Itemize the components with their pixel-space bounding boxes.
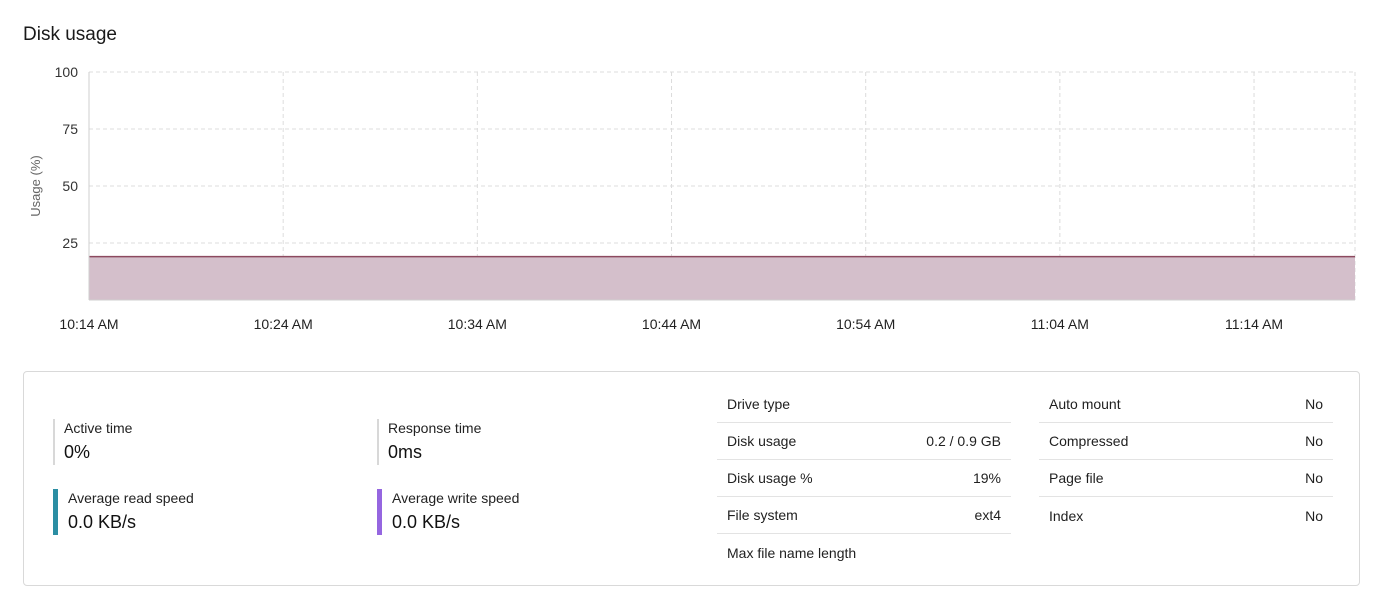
read-speed-color-bar bbox=[53, 489, 58, 535]
drive-info-label: File system bbox=[727, 507, 798, 523]
flag-value: No bbox=[1305, 433, 1323, 449]
x-tick-label: 10:24 AM bbox=[254, 316, 313, 332]
drive-info-value: 19% bbox=[972, 470, 1001, 486]
flag-value: No bbox=[1305, 396, 1323, 412]
x-tick-label: 10:34 AM bbox=[448, 316, 507, 332]
read-speed-value: 0.0 KB/s bbox=[68, 512, 137, 532]
flag-label: Page file bbox=[1049, 470, 1104, 486]
write-speed-label: Average write speed bbox=[392, 490, 520, 506]
drive-info-row: File system ext4 bbox=[717, 497, 1011, 534]
flag-row: Page file No bbox=[1039, 460, 1333, 497]
drive-info-row: Max file name length bbox=[717, 534, 1011, 571]
active-time-label: Active time bbox=[64, 420, 133, 436]
active-time-value: 0% bbox=[64, 442, 91, 462]
flag-row: Auto mount No bbox=[1039, 386, 1333, 423]
response-time-label: Response time bbox=[388, 420, 482, 436]
x-tick-label: 11:04 AM bbox=[1031, 316, 1089, 332]
drive-info-row: Drive type bbox=[717, 386, 1011, 423]
x-tick-label: 10:44 AM bbox=[642, 316, 701, 332]
drive-info-value: 0.2 / 0.9 GB bbox=[926, 433, 1001, 449]
disk-usage-chart: 25 50 75 100 10:14 AM 10:24 AM 10:34 AM 10:44 A… bbox=[28, 64, 1356, 332]
flag-value: No bbox=[1305, 507, 1323, 524]
y-tick-label: 25 bbox=[62, 235, 78, 251]
y-tick-label: 100 bbox=[55, 64, 79, 80]
drive-info-value: ext4 bbox=[974, 507, 1001, 523]
flag-row: Compressed No bbox=[1039, 423, 1333, 460]
x-tick-label: 11:14 AM bbox=[1225, 316, 1283, 332]
x-tick-label: 10:14 AM bbox=[59, 316, 118, 332]
drive-info-table: Drive type Disk usage 0.2 / 0.9 GB Disk … bbox=[717, 386, 1011, 571]
y-axis-label: Usage (%) bbox=[28, 155, 43, 216]
write-speed-color-bar bbox=[377, 489, 382, 535]
y-tick-label: 75 bbox=[62, 121, 78, 137]
response-time-value: 0ms bbox=[388, 442, 423, 462]
flags-table: Auto mount No Compressed No Page file No… bbox=[1039, 386, 1333, 534]
drive-info-label: Drive type bbox=[727, 396, 791, 412]
read-speed-metric: Average read speed 0.0 KB/s bbox=[53, 489, 194, 535]
read-speed-label: Average read speed bbox=[68, 490, 194, 506]
flag-label: Compressed bbox=[1049, 433, 1129, 449]
flag-label: Index bbox=[1049, 507, 1084, 524]
drive-info-label: Disk usage % bbox=[727, 470, 813, 486]
drive-info-label: Max file name length bbox=[727, 544, 857, 561]
drive-info-row: Disk usage % 19% bbox=[717, 460, 1011, 497]
drive-info-label: Disk usage bbox=[727, 433, 797, 449]
x-tick-label: 10:54 AM bbox=[836, 316, 895, 332]
flag-label: Auto mount bbox=[1049, 396, 1121, 412]
y-tick-label: 50 bbox=[62, 178, 78, 194]
drive-info-row: Disk usage 0.2 / 0.9 GB bbox=[717, 423, 1011, 460]
usage-area bbox=[89, 256, 1355, 300]
flag-row: Index No bbox=[1039, 497, 1333, 534]
flag-value: No bbox=[1305, 470, 1323, 486]
disk-details-panel: Active time 0% Response time 0ms Average… bbox=[23, 371, 1360, 586]
write-speed-value: 0.0 KB/s bbox=[392, 512, 461, 532]
active-time-metric: Active time 0% bbox=[53, 419, 132, 465]
response-time-metric: Response time 0ms bbox=[377, 419, 481, 465]
write-speed-metric: Average write speed 0.0 KB/s bbox=[377, 489, 519, 535]
